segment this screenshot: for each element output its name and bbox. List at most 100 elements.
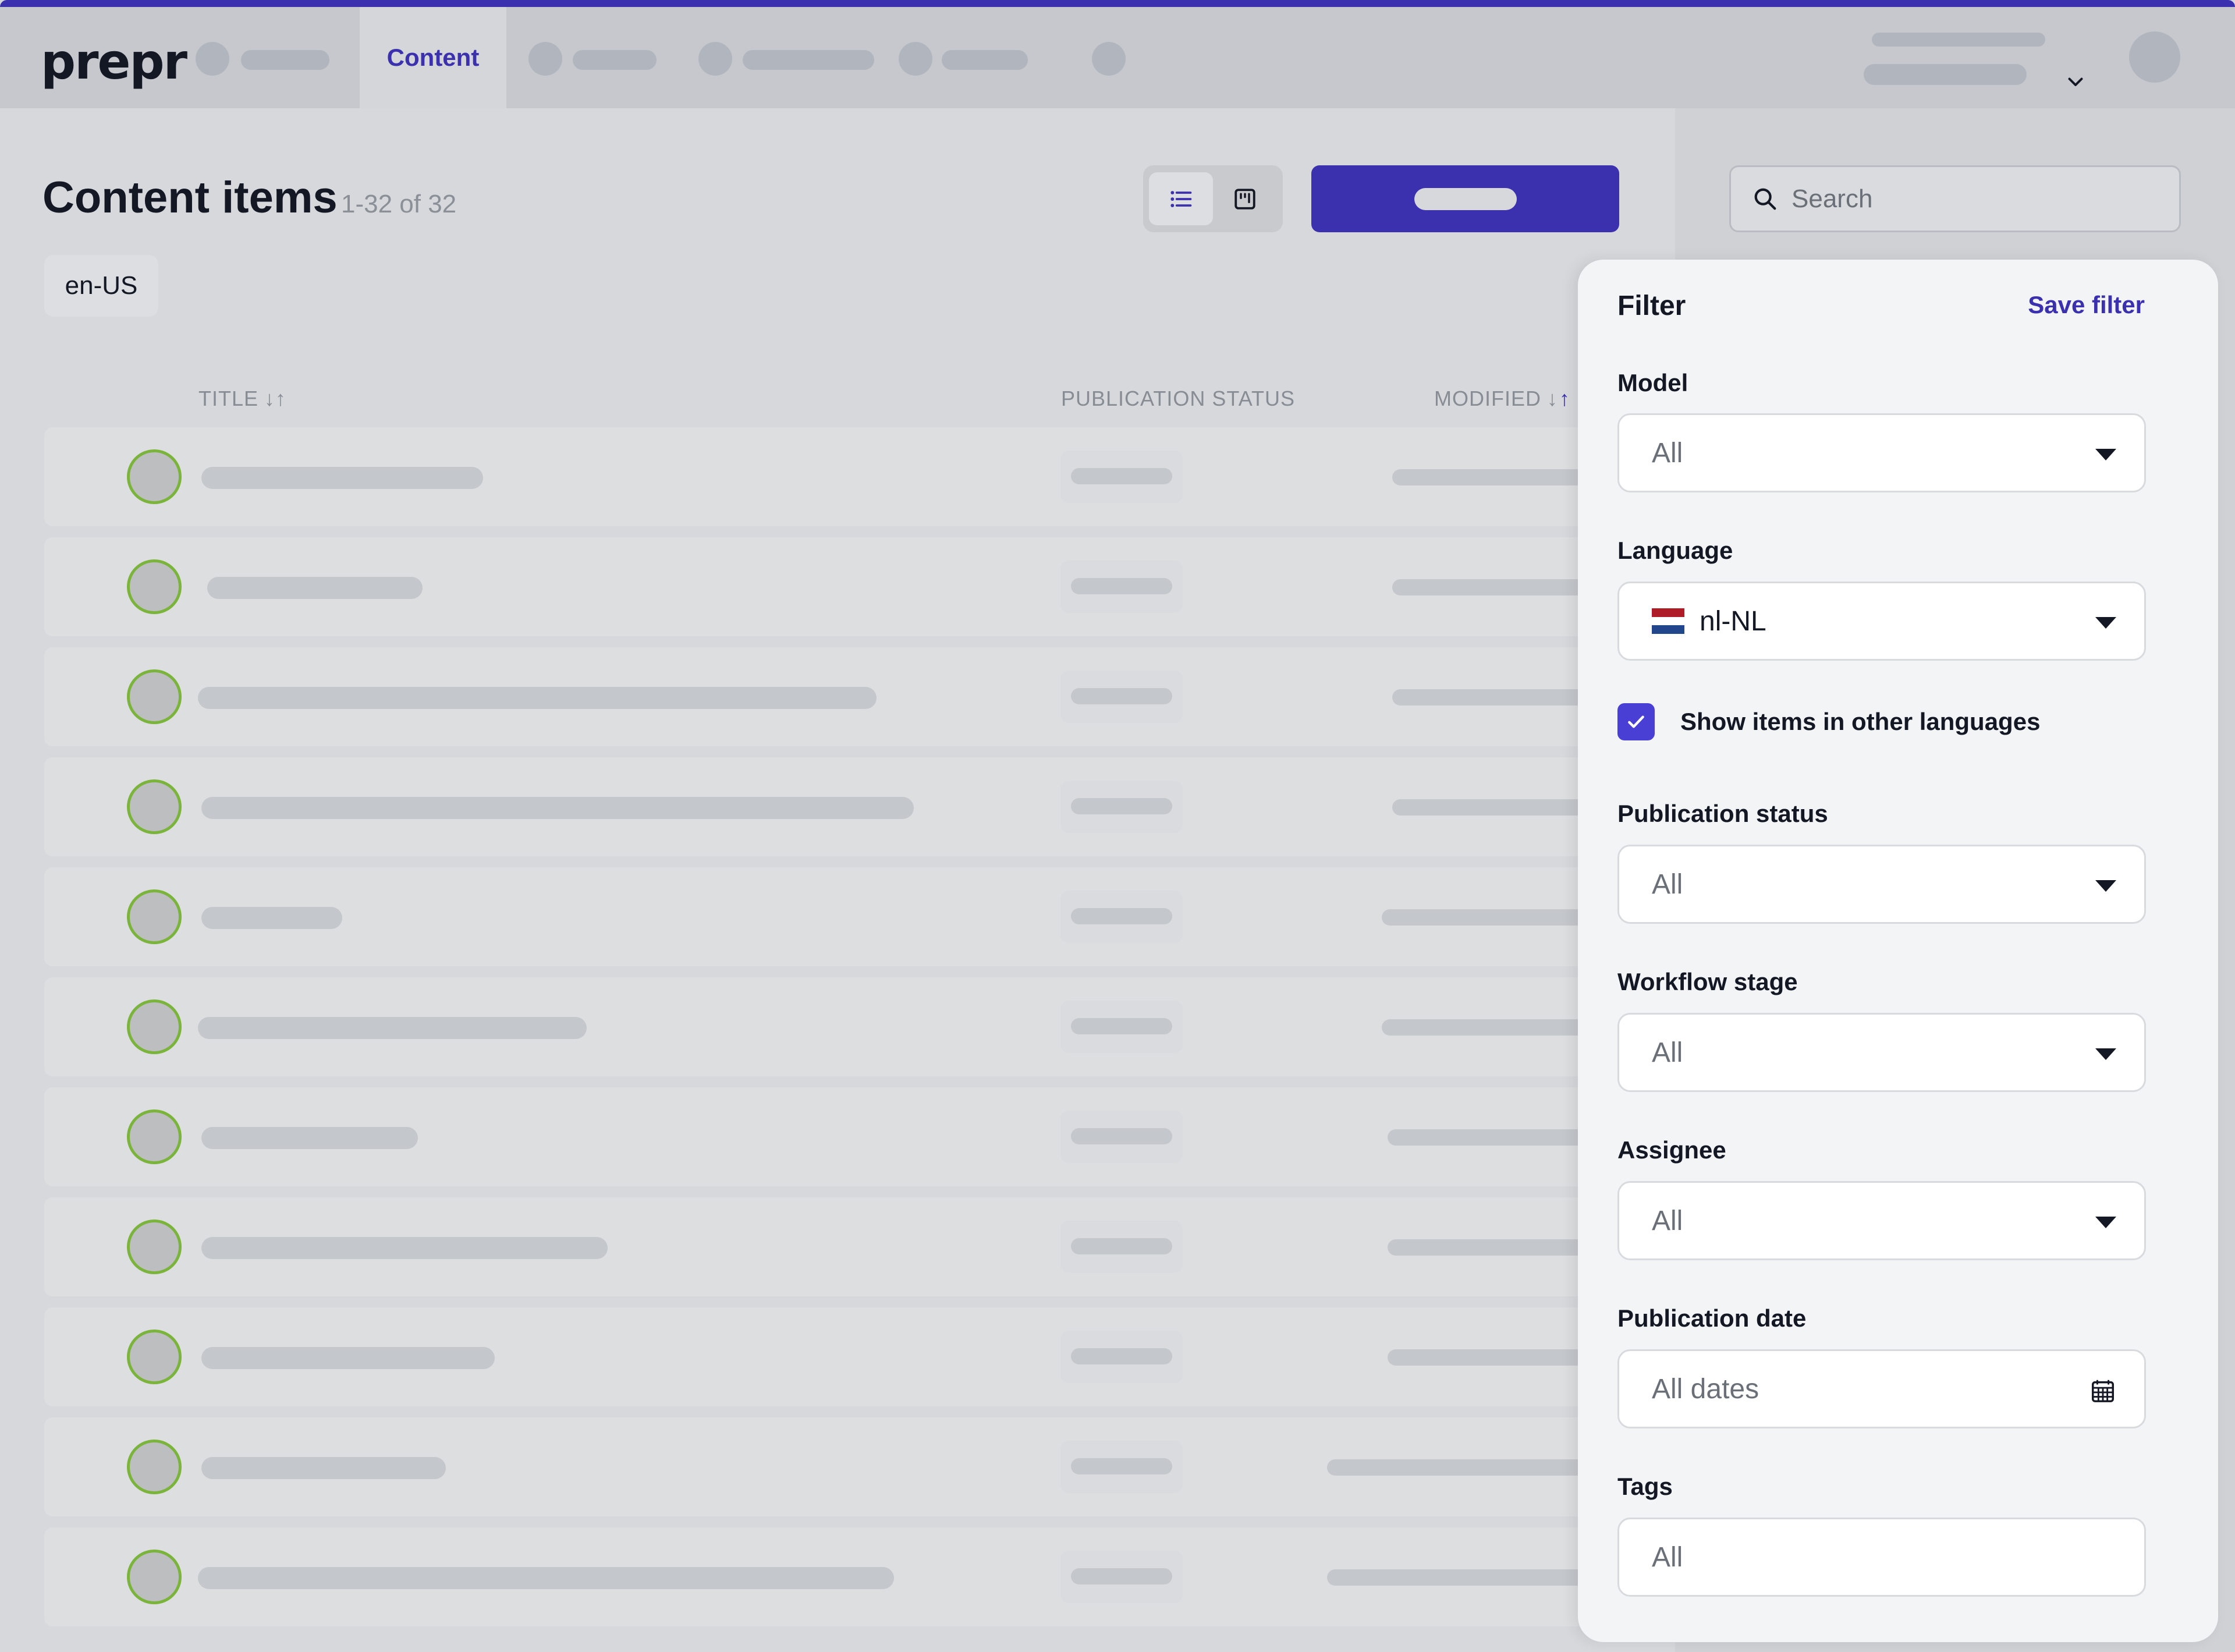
table-row[interactable] [44,647,1617,746]
status-skeleton [1071,1458,1172,1474]
checkmark-icon [1628,715,1644,728]
publication-status-placeholder [1060,1001,1183,1053]
status-skeleton [1071,1348,1172,1364]
search-placeholder: Search [1791,184,1873,213]
workflow-stage-value: All [1652,1037,1683,1068]
table-row[interactable] [44,1527,1617,1626]
caret-down-icon [2095,1048,2116,1060]
netherlands-flag-icon [1652,608,1684,634]
status-avatar [127,1109,182,1164]
show-other-languages-checkbox[interactable] [1617,703,1655,740]
modified-placeholder [1327,1569,1617,1586]
status-avatar [127,1550,182,1604]
status-avatar [127,779,182,834]
table-row[interactable] [44,1417,1617,1516]
table-row[interactable] [44,757,1617,856]
assignee-value: All [1652,1205,1683,1236]
item-count: 1-32 of 32 [341,190,457,218]
nav-item-label-placeholder[interactable] [573,50,657,70]
column-header-title[interactable]: TITLE ↓↑ [198,387,286,411]
workspace-env-placeholder[interactable] [1864,64,2027,85]
search-input[interactable]: Search [1729,165,2181,232]
caret-down-icon [2095,1217,2116,1228]
filter-panel: Filter Save filter Model All Language nl… [1578,260,2218,1642]
assignee-select[interactable]: All [1617,1181,2146,1260]
tags-placeholder: All [1652,1541,1683,1573]
language-select[interactable]: nl-NL [1617,582,2146,661]
status-skeleton [1071,468,1172,484]
table-row[interactable] [44,1307,1617,1406]
tags-input[interactable]: All [1617,1518,2146,1597]
user-avatar[interactable] [2129,31,2180,83]
list-view-button[interactable] [1149,172,1213,225]
title-placeholder [201,1347,495,1369]
column-header-modified[interactable]: MODIFIED ↓↑ [1434,387,1570,411]
nav-tab-content-label: Content [386,44,480,71]
nav-item-label-placeholder[interactable] [241,50,329,70]
status-avatar [127,1440,182,1494]
search-icon [1754,188,1776,210]
nav-item-icon-placeholder[interactable] [1092,42,1126,76]
filter-title: Filter [1617,290,1686,321]
nav-item-label-placeholder[interactable] [942,50,1028,70]
publication-status-placeholder [1060,671,1183,723]
publication-status-placeholder [1060,1551,1183,1603]
table-row[interactable] [44,427,1617,526]
sort-asc-icon[interactable]: ↑ [1559,387,1570,410]
workflow-stage-select[interactable]: All [1617,1013,2146,1092]
add-item-button[interactable] [1311,165,1619,232]
calendar-icon[interactable] [2089,1377,2116,1405]
publication-status-placeholder [1060,891,1183,943]
status-skeleton [1071,1128,1172,1144]
status-avatar [127,889,182,944]
nav-item-icon-placeholder[interactable] [698,42,732,76]
sort-desc-icon[interactable]: ↓ [1547,387,1558,410]
nav-item-icon-placeholder[interactable] [196,42,229,76]
status-avatar [127,559,182,614]
model-select[interactable]: All [1617,413,2146,492]
nav-tab-content[interactable]: Content [360,7,506,108]
prepr-logo[interactable]: prepr [41,37,187,86]
locale-chip[interactable]: en-US [44,255,158,317]
status-skeleton [1071,578,1172,594]
caret-down-icon [2095,449,2116,460]
chevron-down-icon[interactable] [2065,71,2086,92]
publication-date-placeholder: All dates [1652,1373,1759,1405]
sort-icon[interactable]: ↓↑ [264,387,286,410]
language-label: Language [1617,537,1733,564]
publication-status-placeholder [1060,561,1183,613]
workspace-name-placeholder[interactable] [1872,33,2045,47]
publication-status-placeholder [1060,1441,1183,1493]
nav-item-icon-placeholder[interactable] [528,42,562,76]
status-avatar [127,449,182,504]
top-accent-bar [0,0,2235,7]
model-value: All [1652,437,1683,469]
caret-down-icon [2095,617,2116,629]
title-placeholder [198,1017,587,1039]
publication-status-placeholder [1060,1221,1183,1273]
view-toggle [1143,165,1283,232]
button-label-placeholder [1414,187,1517,210]
title-placeholder [201,907,342,929]
publication-status-value: All [1652,868,1683,900]
status-avatar [127,999,182,1054]
title-placeholder [201,1457,446,1479]
title-placeholder [201,1127,418,1149]
table-row[interactable] [44,1087,1617,1186]
table-row[interactable] [44,1197,1617,1296]
show-other-languages-label[interactable]: Show items in other languages [1680,708,2040,736]
table-row[interactable] [44,537,1617,636]
model-label: Model [1617,369,1688,396]
save-filter-button[interactable]: Save filter [2028,291,2145,319]
table-row[interactable] [44,867,1617,966]
kanban-view-button[interactable] [1213,172,1277,225]
nav-item-icon-placeholder[interactable] [899,42,932,76]
publication-status-select[interactable]: All [1617,845,2146,924]
publication-date-input[interactable]: All dates [1617,1349,2146,1428]
kanban-icon [1234,188,1255,210]
nav-item-label-placeholder[interactable] [743,50,874,70]
table-row[interactable] [44,977,1617,1076]
title-placeholder [207,577,423,599]
publication-date-label: Publication date [1617,1304,1807,1332]
assignee-label: Assignee [1617,1136,1726,1164]
